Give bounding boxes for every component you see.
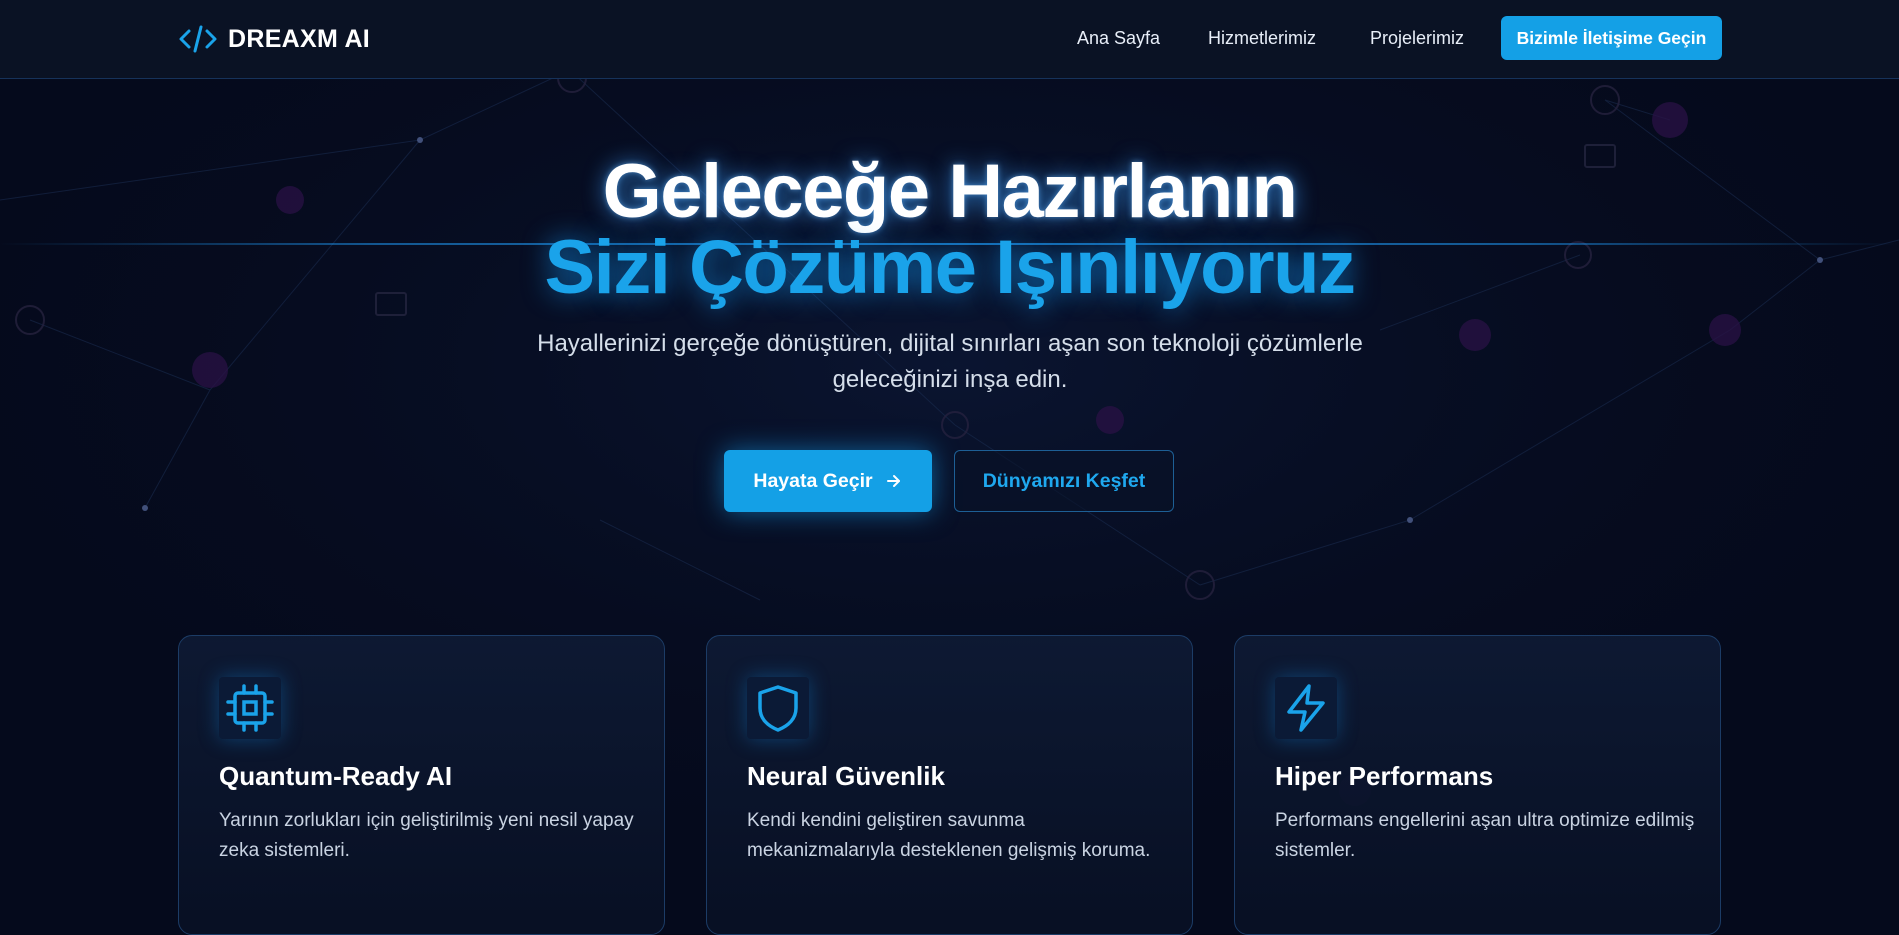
get-started-button[interactable]: Hayata Geçir bbox=[724, 450, 932, 512]
hero-subtitle-title: Sizi Çözüme Işınlıyoruz bbox=[544, 225, 1356, 310]
explore-button[interactable]: Dünyamızı Keşfet bbox=[954, 450, 1174, 512]
feature-title: Quantum-Ready AI bbox=[219, 761, 453, 791]
nav-link-projects[interactable]: Projelerimiz bbox=[1370, 28, 1464, 49]
feature-card-performance[interactable]: Hiper Performans Performans engellerini … bbox=[1234, 635, 1721, 935]
feature-title: Neural Güvenlik bbox=[747, 761, 945, 791]
hero-description-line-1: Hayallerinizi gerçeğe dönüştüren, dijita… bbox=[537, 330, 1363, 357]
feature-description: Performans engellerini aşan ultra optimi… bbox=[1275, 810, 1695, 861]
code-icon bbox=[179, 25, 217, 53]
hero-description-line-2: geleceğinizi inşa edin. bbox=[832, 366, 1068, 393]
top-nav: DREAXM AI Ana Sayfa Hizmetlerimiz Projel… bbox=[0, 0, 1899, 79]
hero-title: Geleceğe Hazırlanın bbox=[602, 149, 1298, 234]
nav-link-home[interactable]: Ana Sayfa bbox=[1077, 28, 1160, 49]
get-started-label: Hayata Geçir bbox=[753, 469, 873, 492]
arrow-right-icon bbox=[886, 475, 900, 487]
cpu-icon bbox=[219, 677, 281, 739]
feature-card-ai[interactable]: Quantum-Ready AI Yarının zorlukları için… bbox=[178, 635, 665, 935]
feature-description: Yarının zorlukları için geliştirilmiş ye… bbox=[219, 810, 634, 861]
lightning-icon bbox=[1275, 677, 1337, 739]
contact-button[interactable]: Bizimle İletişime Geçin bbox=[1501, 16, 1722, 60]
feature-description: Kendi kendini geliştiren savunma mekaniz… bbox=[747, 810, 1151, 861]
hero-description: Hayallerinizi gerçeğe dönüştüren, dijita… bbox=[500, 326, 1400, 398]
feature-card-security[interactable]: Neural Güvenlik Kendi kendini geliştiren… bbox=[706, 635, 1193, 935]
brand-name: DREAXM AI bbox=[228, 24, 371, 53]
shield-icon bbox=[747, 677, 809, 739]
feature-title: Hiper Performans bbox=[1275, 761, 1494, 791]
brand-logo[interactable]: DREAXM AI bbox=[178, 22, 370, 56]
nav-link-services[interactable]: Hizmetlerimiz bbox=[1208, 28, 1316, 49]
